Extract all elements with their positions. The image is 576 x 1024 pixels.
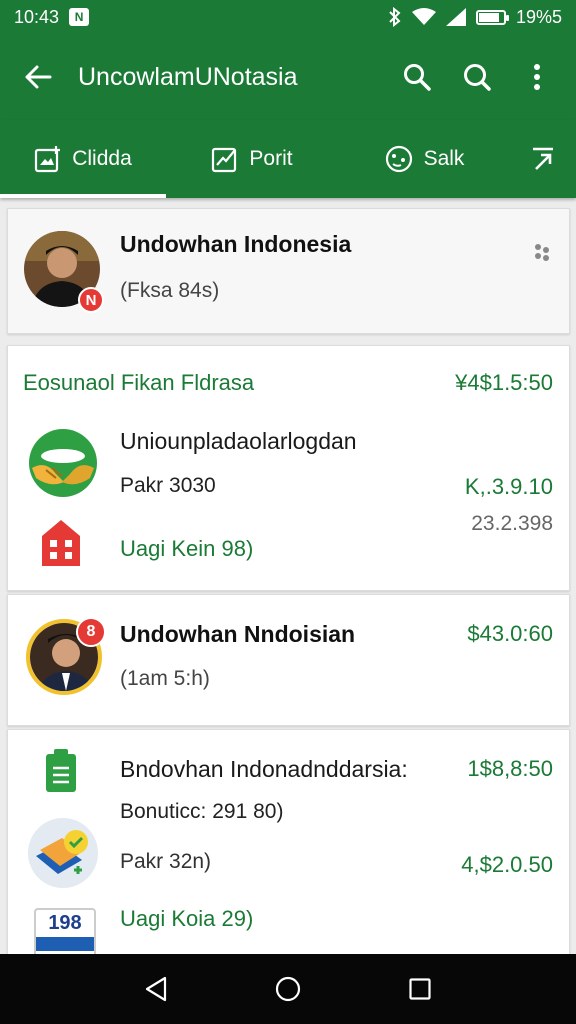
battery-text: 19%5 bbox=[515, 6, 562, 27]
content-list: N Undowhan Indonesia (Fksa 84s) Eosunaol… bbox=[0, 198, 576, 954]
drag-handle-icon[interactable] bbox=[532, 243, 552, 263]
nav-recents-button[interactable] bbox=[395, 964, 445, 1014]
trending-icon bbox=[533, 147, 553, 170]
contact-price: $43.0:60 bbox=[467, 621, 553, 646]
status-bar: 10:43 N 19%5 bbox=[0, 0, 576, 34]
tab-bar: Clidda Porit Salk bbox=[0, 120, 576, 198]
more-options-button[interactable] bbox=[514, 54, 560, 100]
notification-badge: N bbox=[78, 287, 104, 313]
search-button[interactable] bbox=[394, 54, 440, 100]
calendar-icon-label: 198 bbox=[48, 912, 82, 934]
tab-label: Porit bbox=[249, 147, 293, 170]
system-nav-bar bbox=[0, 954, 576, 1024]
tab-salk[interactable]: Salk bbox=[338, 120, 510, 198]
square-recents-icon bbox=[409, 978, 431, 1000]
arrow-back-icon bbox=[25, 65, 52, 89]
edit-chart-icon bbox=[212, 147, 237, 173]
tab-clidda[interactable]: Clidda bbox=[0, 120, 166, 198]
profile-name: Undowhan Indonesia bbox=[120, 231, 352, 257]
signal-icon bbox=[445, 8, 466, 26]
calendar-icon: 198 bbox=[34, 908, 96, 954]
more-vert-icon bbox=[534, 64, 540, 90]
clipboard-icon bbox=[46, 749, 76, 792]
back-button[interactable] bbox=[16, 55, 60, 99]
contact-subtitle: (1am 5:h) bbox=[120, 667, 210, 690]
battery-level-fill bbox=[478, 12, 500, 22]
contact-name: Undowhan Nndoisian bbox=[120, 621, 356, 647]
handshake-logo-icon bbox=[29, 429, 97, 497]
search-button-2[interactable] bbox=[454, 54, 500, 100]
card-price: K,.3.9.10 bbox=[464, 474, 553, 499]
order-secondary-price: 4,$2.0.50 bbox=[461, 852, 553, 877]
order-card[interactable]: Bndovhan Indonadnddarsia: 1$8,8:50 Bonut… bbox=[7, 729, 570, 954]
tab-porit[interactable]: Porit bbox=[166, 120, 338, 198]
page-title: UncowlamUNotasia bbox=[78, 62, 298, 91]
order-subtitle: Bonuticc: 291 80) bbox=[120, 800, 284, 823]
notification-app-icon: N bbox=[69, 8, 90, 26]
card-link[interactable]: Uagi Kein 98) bbox=[120, 536, 253, 562]
tab-label: Salk bbox=[423, 147, 465, 170]
status-time: 10:43 bbox=[14, 6, 60, 27]
notification-badge: 8 bbox=[76, 617, 106, 647]
house-icon bbox=[42, 520, 80, 566]
order-title: Bndovhan Indonadnddarsia: bbox=[120, 756, 408, 782]
tab-label: Clidda bbox=[72, 147, 132, 170]
photo-add-icon bbox=[35, 146, 61, 173]
search-icon bbox=[464, 64, 491, 91]
face-icon bbox=[385, 145, 412, 173]
profile-subtitle: (Fksa 84s) bbox=[120, 279, 220, 302]
bluetooth-icon bbox=[389, 7, 401, 27]
search-icon bbox=[404, 64, 431, 91]
contact-card[interactable]: 8 Undowhan Nndoisian $43.0:60 (1am 5:h) bbox=[7, 594, 570, 726]
circle-home-icon bbox=[275, 976, 301, 1002]
nav-home-button[interactable] bbox=[263, 964, 313, 1014]
order-link[interactable]: Uagi Koia 29) bbox=[120, 906, 253, 932]
card-heading: Eosunaol Fikan Fldrasa bbox=[23, 370, 255, 395]
card-title: Uniounpladaolarlogdan bbox=[120, 428, 357, 454]
heading-price: ¥4$1.5:50 bbox=[455, 370, 553, 395]
card-secondary-value: 23.2.398 bbox=[471, 512, 553, 535]
tab-more[interactable] bbox=[510, 120, 576, 198]
order-detail: Pakr 32n) bbox=[120, 850, 212, 873]
profile-card[interactable]: N Undowhan Indonesia (Fksa 84s) bbox=[7, 208, 570, 334]
triangle-back-icon bbox=[145, 976, 167, 1002]
transaction-card[interactable]: Eosunaol Fikan Fldrasa ¥4$1.5:50 Uniounp… bbox=[7, 345, 570, 591]
order-price: 1$8,8:50 bbox=[467, 756, 553, 781]
nav-back-button[interactable] bbox=[131, 964, 181, 1014]
books-icon bbox=[28, 818, 98, 888]
battery-icon bbox=[475, 9, 509, 25]
app-bar: UncowlamUNotasia bbox=[0, 34, 576, 120]
card-subtitle: Pakr 3030 bbox=[120, 474, 216, 497]
wifi-icon bbox=[411, 8, 436, 25]
